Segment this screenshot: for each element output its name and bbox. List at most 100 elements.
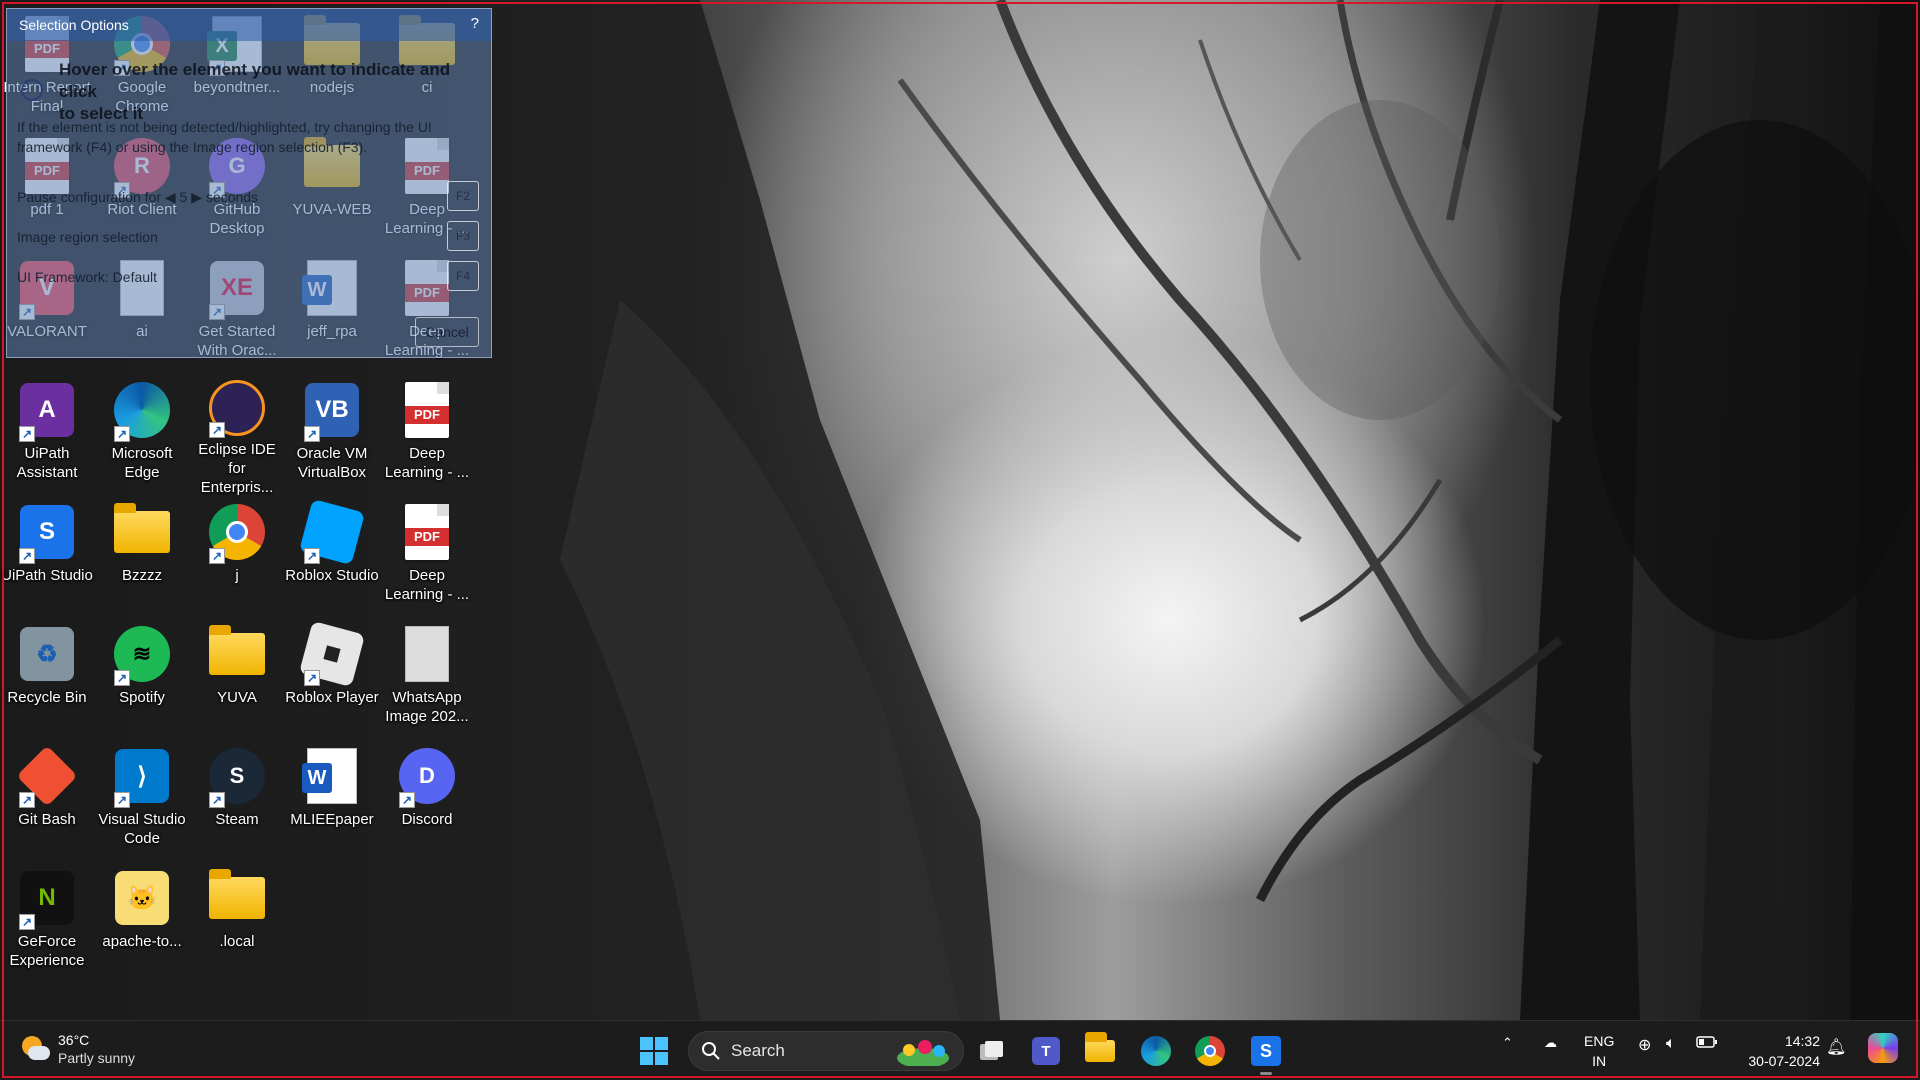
desktop-icon-whatsapp-image-202[interactable]: WhatsApp Image 202... (380, 618, 474, 736)
desktop-icon-deep-learning[interactable]: PDF Deep Learning - ... (380, 374, 474, 492)
f3-key-button[interactable]: F3 (447, 221, 479, 251)
shortcut-arrow-icon: ↗ (209, 792, 225, 808)
start-button[interactable] (634, 1031, 674, 1071)
pause-value[interactable]: 5 (180, 189, 188, 205)
volume-icon[interactable]: 🔈︎ (1666, 1035, 1676, 1053)
desktop-icon-roblox-studio[interactable]: ↗ Roblox Studio (285, 496, 379, 614)
file-explorer-icon (1085, 1032, 1115, 1062)
image-region-selection-option[interactable]: Image region selection (17, 229, 158, 245)
onedrive-offline-icon[interactable]: ☁ (1544, 1035, 1557, 1051)
shortcut-arrow-icon: ↗ (114, 426, 130, 442)
network-icon[interactable]: ⊕ (1638, 1035, 1651, 1055)
roblox-studio-icon: ↗ (298, 498, 366, 566)
shortcut-arrow-icon: ↗ (399, 792, 415, 808)
desktop-icon-oracle-vm-virtualbox[interactable]: VB ↗ Oracle VM VirtualBox (285, 374, 379, 492)
desktop-icon-steam[interactable]: S ↗ Steam (190, 740, 284, 858)
desktop-icon-label: Roblox Player (285, 689, 379, 706)
search-highlight-art-icon (897, 1040, 949, 1066)
cancel-button[interactable]: Cancel (415, 317, 479, 347)
f4-key-button[interactable]: F4 (447, 261, 479, 291)
f2-key-button[interactable]: F2 (447, 181, 479, 211)
notification-bell-icon[interactable]: 🔔︎ (1826, 1037, 1846, 1057)
system-clock[interactable]: 14:32 30-07-2024 (1748, 1031, 1820, 1071)
selection-options-title-bar[interactable]: Selection Options ? (7, 9, 491, 41)
help-icon[interactable]: ? (471, 15, 479, 32)
desktop-icon-yuva[interactable]: YUVA (190, 618, 284, 736)
pause-decrement-icon[interactable]: ◀ (165, 189, 176, 205)
desktop-icon-discord[interactable]: D ↗ Discord (380, 740, 474, 858)
battery-icon[interactable] (1696, 1035, 1718, 1052)
search-placeholder: Search (731, 1041, 785, 1060)
virtualbox-icon: VB ↗ (302, 380, 362, 442)
desktop-icon-deep-learning[interactable]: PDF Deep Learning - ... (380, 496, 474, 614)
hover-instruction: Hover over the element you want to indic… (59, 59, 491, 125)
desktop-icon-label: Recycle Bin (7, 689, 87, 706)
desktop-icon-label: UiPath Studio (1, 567, 93, 584)
clock-date: 30-07-2024 (1748, 1053, 1820, 1069)
selection-hint-text: If the element is not being detected/hig… (17, 119, 432, 155)
teams-button[interactable]: T (1026, 1031, 1066, 1071)
hover-instruction-line1: Hover over the element you want to indic… (59, 60, 451, 101)
spotify-icon: ≋ ↗ (112, 624, 172, 686)
folder-icon (207, 624, 267, 684)
desktop-icon-label: Discord (401, 811, 453, 828)
desktop-icon-label: Microsoft Edge (111, 445, 173, 481)
taskbar-search-box[interactable]: Search (688, 1031, 964, 1071)
file-explorer-button[interactable] (1080, 1031, 1120, 1071)
windows-logo-icon (640, 1037, 668, 1065)
desktop-icon-label: MLIEEpaper (290, 811, 374, 828)
eclipse-icon: ↗ (207, 380, 267, 438)
desktop-icon-git-bash[interactable]: ↗ Git Bash (0, 740, 94, 858)
word-icon: W (302, 746, 362, 806)
desktop-icon-spotify[interactable]: ≋ ↗ Spotify (95, 618, 189, 736)
ui-framework-option[interactable]: UI Framework: Default (17, 269, 157, 285)
uipath-studio-icon: S (1251, 1036, 1281, 1066)
language-indicator[interactable]: ENG IN (1584, 1031, 1614, 1071)
desktop-icon-visual-studio-code[interactable]: ⟩ ↗ Visual Studio Code (95, 740, 189, 858)
task-view-button[interactable] (972, 1031, 1012, 1071)
desktop-icon-mlieepaper[interactable]: W MLIEEpaper (285, 740, 379, 858)
pause-increment-icon[interactable]: ▶ (191, 189, 202, 205)
roblox-icon: ↗ (298, 620, 366, 688)
chrome-icon (1195, 1036, 1225, 1066)
shortcut-arrow-icon: ↗ (114, 670, 130, 686)
desktop-icon-label: apache-to... (102, 933, 182, 950)
weather-condition: Partly sunny (58, 1050, 136, 1066)
desktop-icon-label: Eclipse IDE for Enterpris... (198, 441, 276, 496)
show-hidden-icons-chevron-icon[interactable]: ⌃ (1502, 1035, 1513, 1051)
desktop-icon-recycle-bin[interactable]: ♻ Recycle Bin (0, 618, 94, 736)
uipath-studio-taskbar-button[interactable]: S (1246, 1031, 1286, 1075)
desktop-icon-label: YUVA (217, 689, 257, 706)
pdf-icon: PDF (397, 502, 457, 562)
chrome-taskbar-button[interactable] (1190, 1031, 1230, 1071)
desktop-icon-bzzzz[interactable]: Bzzzz (95, 496, 189, 614)
shortcut-arrow-icon: ↗ (304, 548, 320, 564)
selection-options-panel[interactable]: Selection Options ? Hover over the eleme… (6, 8, 492, 358)
language-code: ENG (1584, 1033, 1615, 1049)
desktop-icon-roblox-player[interactable]: ↗ Roblox Player (285, 618, 379, 736)
desktop-icon-microsoft-edge[interactable]: ↗ Microsoft Edge (95, 374, 189, 492)
uipath-studio-icon: S ↗ (17, 502, 77, 564)
pause-configuration-row: Pause configuration for ◀ 5 ▶ seconds (17, 189, 258, 206)
copilot-icon[interactable] (1868, 1033, 1898, 1063)
desktop-icon-j[interactable]: ↗ j (190, 496, 284, 614)
shortcut-arrow-icon: ↗ (19, 792, 35, 808)
desktop-icon-geforce-experience[interactable]: N ↗ GeForce Experience (0, 862, 94, 980)
desktop-icon-eclipse-ide-for-enterpris[interactable]: ↗ Eclipse IDE for Enterpris... (190, 374, 284, 496)
weather-widget[interactable]: 36°C Partly sunny (20, 1031, 135, 1067)
desktop-icon-label: Roblox Studio (285, 567, 379, 584)
desktop-icon-uipath-assistant[interactable]: A ↗ UiPath Assistant (0, 374, 94, 492)
desktop-icon-label: Deep Learning - ... (384, 567, 470, 603)
region-code: IN (1592, 1053, 1607, 1069)
desktop-icon-uipath-studio[interactable]: S ↗ UiPath Studio (0, 496, 94, 614)
desktop-icon-local[interactable]: .local (190, 862, 284, 980)
tomcat-icon: 🐱 (112, 868, 172, 928)
shortcut-arrow-icon: ↗ (209, 422, 225, 438)
steam-icon: S ↗ (207, 746, 267, 808)
edge-taskbar-button[interactable] (1136, 1031, 1176, 1071)
desktop-icon-apache-to[interactable]: 🐱 apache-to... (95, 862, 189, 980)
discord-icon: D ↗ (397, 746, 457, 808)
desktop-icon-label: Oracle VM VirtualBox (296, 445, 368, 481)
desktop-icon-label: Deep Learning - ... (384, 445, 470, 481)
recycle-bin-icon: ♻ (17, 624, 77, 684)
